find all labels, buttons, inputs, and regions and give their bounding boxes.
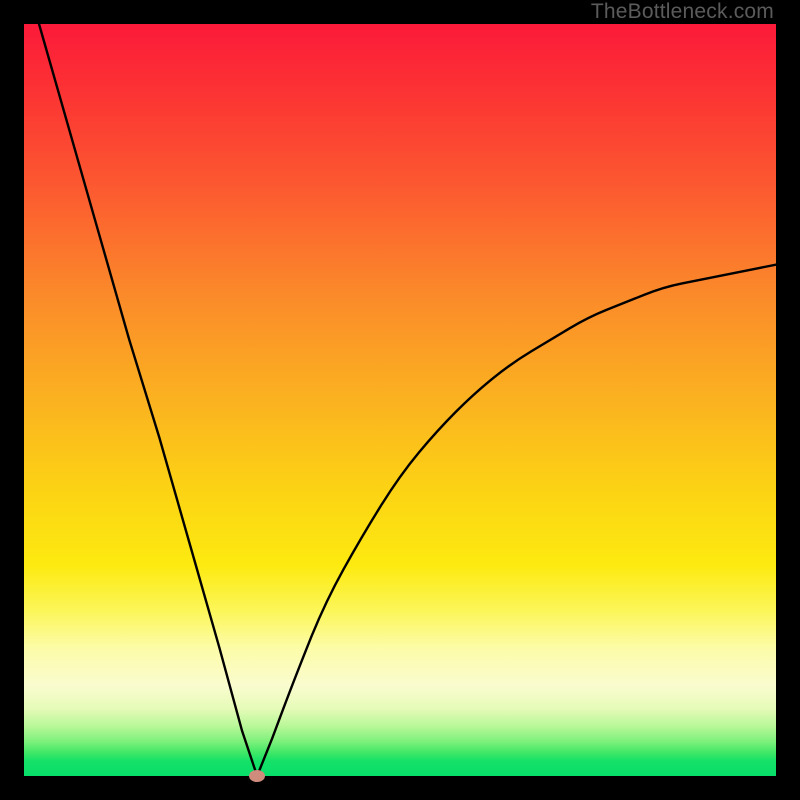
- plot-area: [24, 24, 776, 776]
- chart-frame: TheBottleneck.com: [0, 0, 800, 800]
- bottleneck-curve: [24, 24, 776, 776]
- watermark-text: TheBottleneck.com: [591, 0, 774, 24]
- minimum-marker: [249, 770, 265, 782]
